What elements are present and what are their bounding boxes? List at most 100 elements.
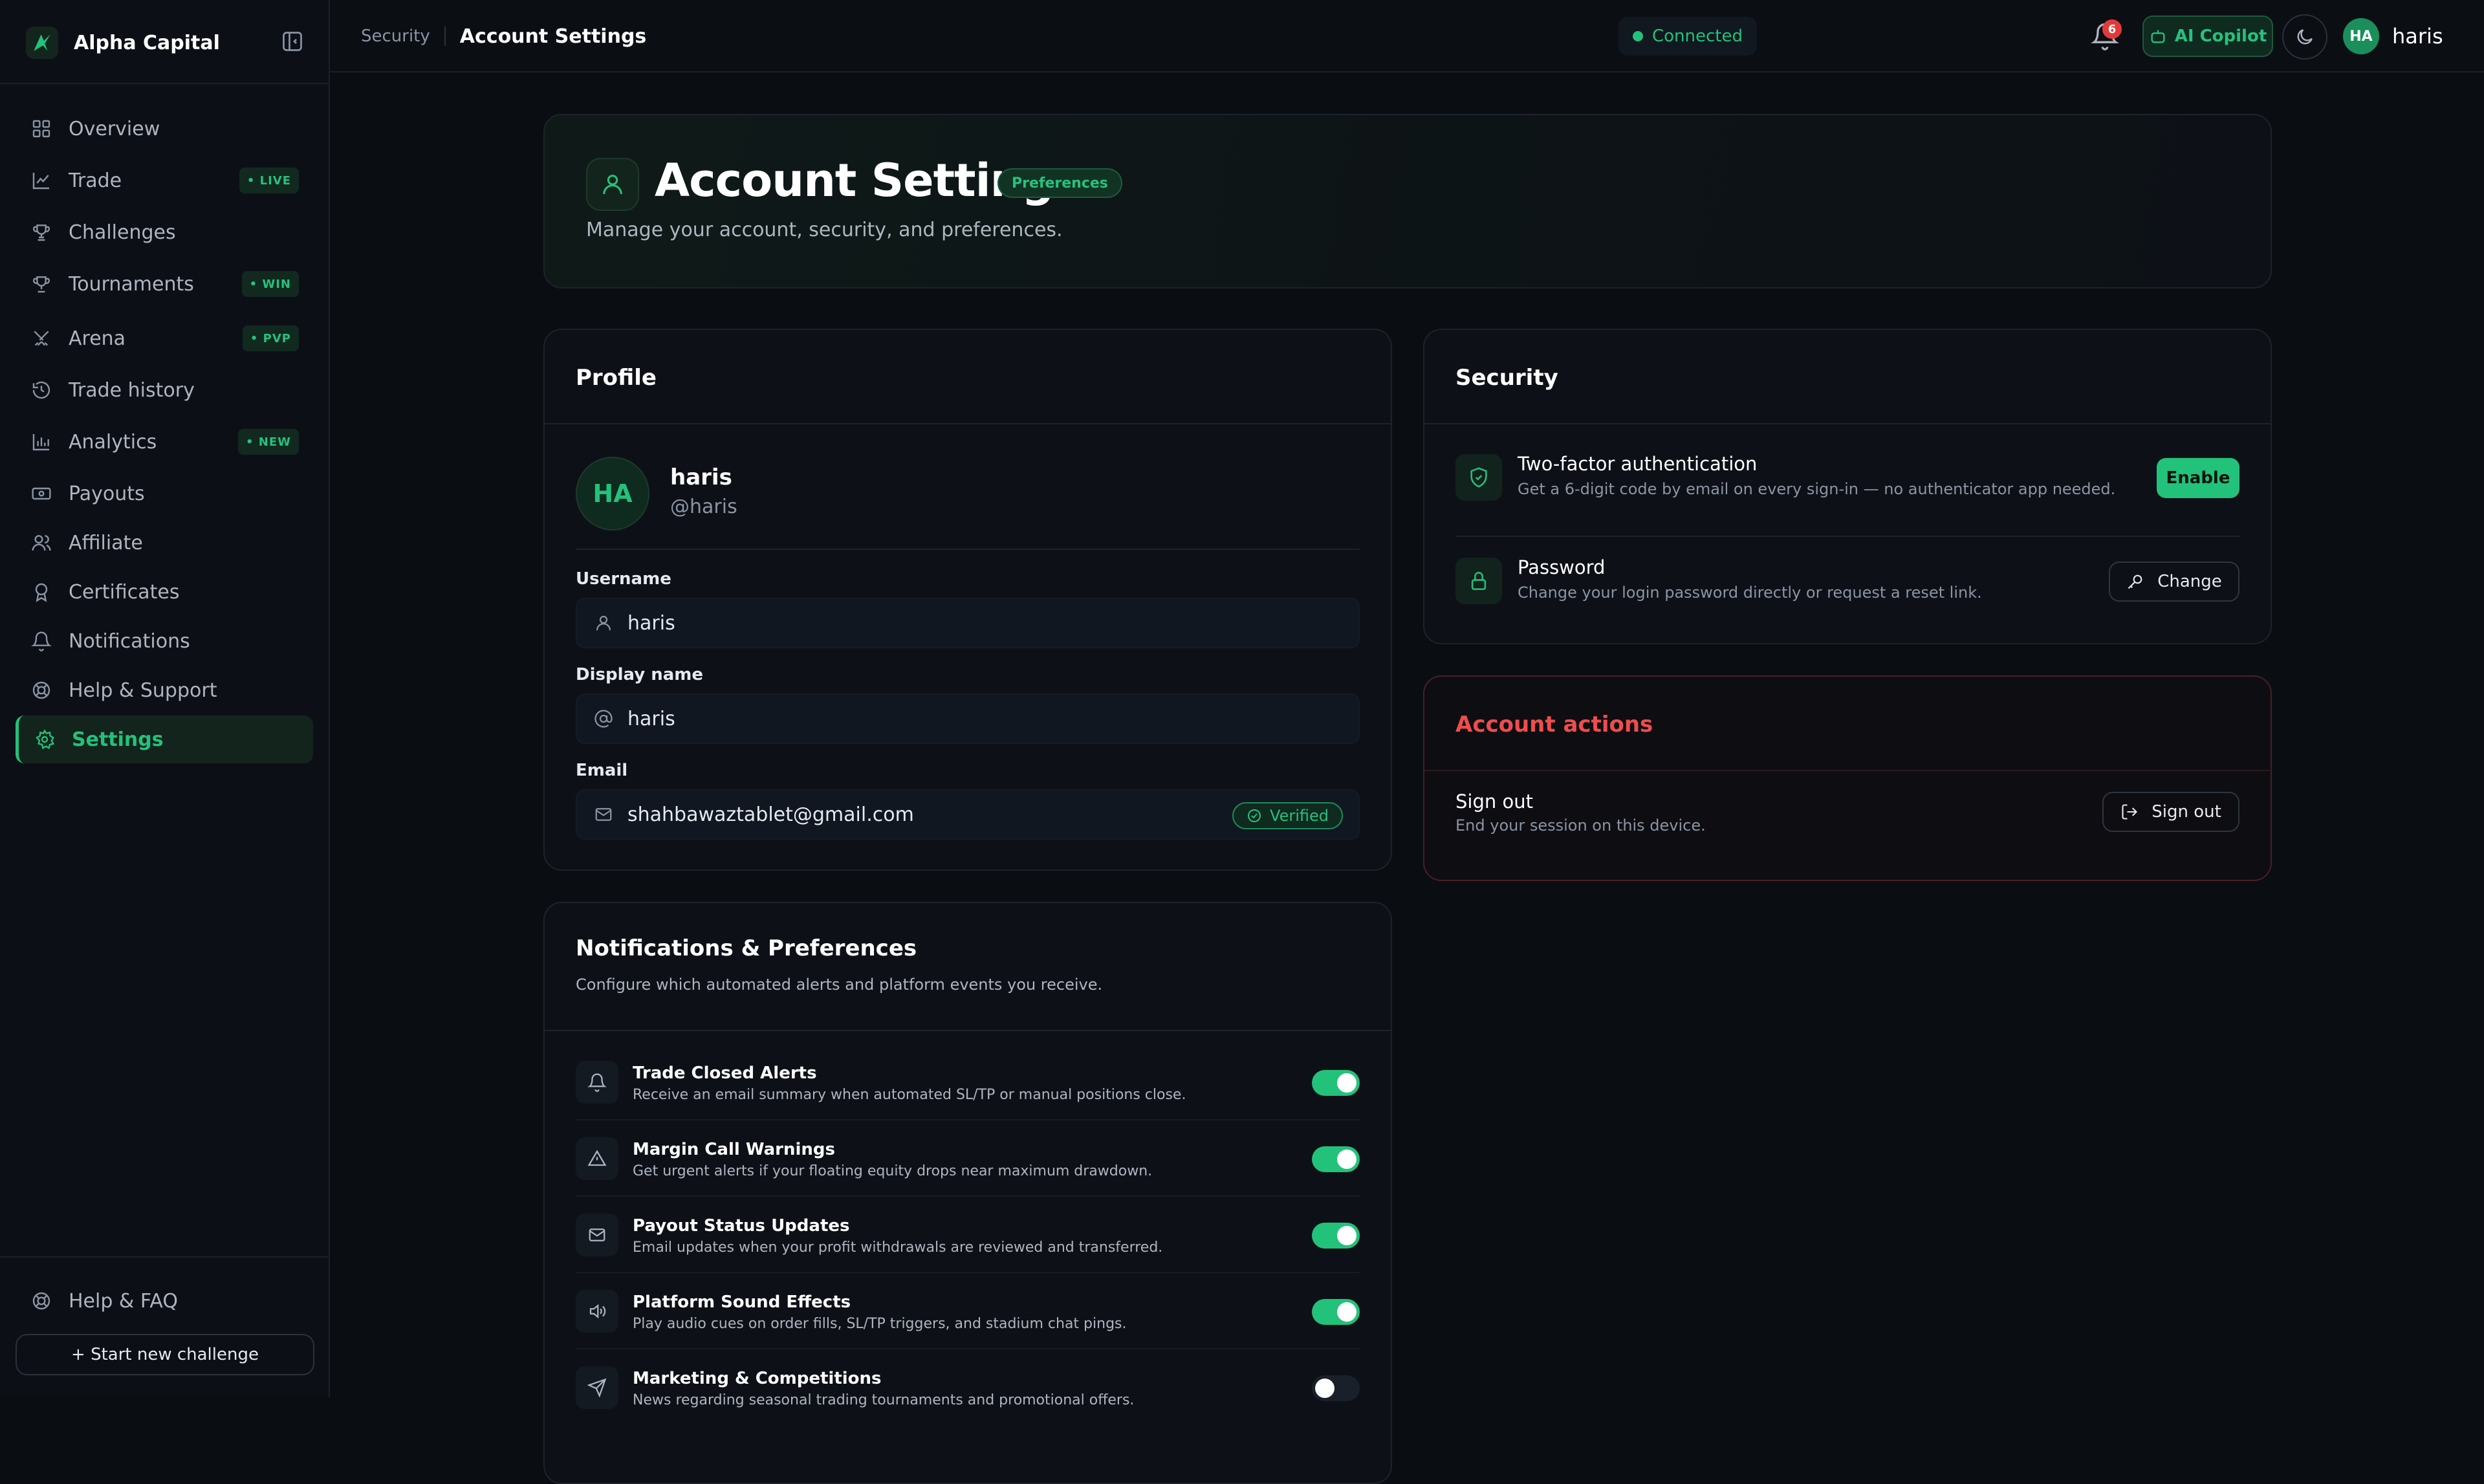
list-item: Platform Sound Effects Play audio cues o… [576, 1273, 1360, 1349]
win-badge: • WIN [241, 271, 299, 297]
sidebar-item-label: Tournaments [69, 272, 194, 296]
sidebar-item-label: Arena [69, 327, 126, 350]
profile-handle: @haris [670, 496, 737, 518]
brand[interactable]: Alpha Capital [26, 25, 220, 61]
notifications-header: Notifications & Preferences Configure wh… [545, 903, 1391, 1031]
list-item: Margin Call Warnings Get urgent alerts i… [576, 1120, 1360, 1197]
change-password-label: Change [2157, 572, 2222, 591]
breadcrumb-current: Account Settings [459, 25, 647, 48]
sidebar-collapse-icon[interactable] [281, 30, 304, 53]
swords-icon [31, 328, 52, 349]
sound-effects-toggle[interactable] [1312, 1299, 1360, 1325]
sidebar-item-trade[interactable]: Trade • LIVE [16, 157, 313, 204]
profile-title: Profile [576, 365, 657, 391]
notifications-card: Notifications & Preferences Configure wh… [543, 902, 1392, 1484]
user-icon [586, 158, 639, 211]
sidebar-item-label: Trade [69, 169, 122, 192]
sidebar-item-label: Help & Support [69, 679, 217, 702]
sidebar-item-affiliate[interactable]: Affiliate [16, 519, 313, 567]
sidebar: Alpha Capital Overview Trade • LIVE Chal… [0, 0, 330, 1397]
sidebar-item-label: Certificates [69, 580, 180, 604]
breadcrumb-parent[interactable]: Security [361, 27, 430, 46]
users-icon [31, 532, 52, 553]
email-value: shahbawaztablet@gmail.com [627, 803, 914, 826]
sidebar-item-label: Help & FAQ [69, 1289, 178, 1313]
breadcrumb: Security Account Settings [361, 23, 646, 49]
sidebar-item-tournaments[interactable]: Tournaments • WIN [16, 260, 313, 308]
username-field[interactable]: haris [576, 598, 1360, 648]
user-menu[interactable]: HA haris [2343, 18, 2443, 54]
sidebar-item-help-support[interactable]: Help & Support [16, 666, 313, 714]
shield-icon [1455, 454, 1502, 501]
sidebar-item-analytics[interactable]: Analytics • NEW [16, 418, 313, 466]
password-row: Password Change your login password dire… [1455, 541, 2239, 612]
bell-icon [31, 631, 52, 651]
sidebar-item-label: Settings [72, 728, 164, 751]
ai-copilot-button[interactable]: AI Copilot [2142, 16, 2273, 57]
sidebar-item-notifications[interactable]: Notifications [16, 617, 313, 665]
award-icon [31, 582, 52, 602]
notification-title: Payout Status Updates [633, 1216, 850, 1236]
lifebuoy-icon [31, 1291, 52, 1311]
change-password-button[interactable]: Change [2109, 562, 2239, 602]
live-badge: • LIVE [239, 168, 299, 193]
sidebar-item-settings[interactable]: Settings [16, 715, 313, 763]
lifebuoy-icon [31, 680, 52, 701]
mail-icon [594, 805, 613, 824]
gear-icon [34, 729, 55, 750]
avatar: HA [2343, 18, 2379, 54]
sidebar-item-trade-history[interactable]: Trade history [16, 366, 313, 414]
lock-icon [1455, 558, 1502, 604]
sidebar-item-label: Challenges [69, 221, 176, 244]
toggle-knob [1337, 1073, 1356, 1093]
breadcrumb-separator [444, 27, 446, 46]
payout-status-toggle[interactable] [1312, 1223, 1360, 1249]
account-actions-title: Account actions [1455, 712, 1653, 737]
toggle-knob [1315, 1379, 1335, 1398]
notifications-title: Notifications & Preferences [576, 935, 917, 961]
key-icon [2126, 573, 2144, 591]
logo-icon [26, 27, 58, 59]
username-label: Username [576, 569, 671, 589]
start-new-challenge-button[interactable]: + Start new challenge [16, 1334, 314, 1375]
two-factor-description: Get a 6-digit code by email on every sig… [1518, 480, 2116, 498]
sidebar-footer-divider [0, 1256, 330, 1258]
list-item: Marketing & Competitions News regarding … [576, 1349, 1360, 1426]
page-header-card: Account Settings Preferences Manage your… [543, 114, 2272, 289]
page-subtitle: Manage your account, security, and prefe… [586, 219, 1063, 241]
password-title: Password [1518, 556, 1606, 578]
display-name-value: haris [627, 707, 675, 730]
sidebar-item-arena[interactable]: Arena • PVP [16, 314, 313, 362]
sign-out-label: Sign out [2152, 802, 2221, 822]
trade-closed-toggle[interactable] [1312, 1070, 1360, 1096]
theme-toggle-button[interactable] [2282, 14, 2327, 60]
sidebar-item-payouts[interactable]: Payouts [16, 470, 313, 518]
sign-out-button[interactable]: Sign out [2102, 792, 2239, 832]
sidebar-item-overview[interactable]: Overview [16, 105, 313, 153]
send-icon [576, 1366, 618, 1409]
toggle-knob [1337, 1302, 1356, 1322]
display-name-label: Display name [576, 665, 704, 684]
pvp-badge: • PVP [242, 325, 299, 351]
sidebar-item-help-faq[interactable]: Help & FAQ [16, 1277, 313, 1325]
notifications-subtitle: Configure which automated alerts and pla… [576, 976, 1103, 994]
speaker-icon [576, 1290, 618, 1333]
sidebar-item-challenges[interactable]: Challenges [16, 208, 313, 256]
display-name-field[interactable]: haris [576, 693, 1360, 744]
sidebar-item-certificates[interactable]: Certificates [16, 568, 313, 616]
notification-count-badge: 6 [2102, 19, 2122, 39]
sidebar-item-label: Affiliate [69, 531, 143, 554]
email-field[interactable]: shahbawaztablet@gmail.com Verified [576, 789, 1360, 840]
marketing-toggle[interactable] [1312, 1375, 1360, 1401]
notification-description: Get urgent alerts if your floating equit… [633, 1163, 1153, 1179]
user-icon [594, 613, 613, 633]
profile-header: Profile [545, 330, 1391, 424]
banknote-icon [31, 483, 52, 504]
margin-call-toggle[interactable] [1312, 1146, 1360, 1172]
sign-out-row: Sign out End your session on this device… [1455, 785, 2239, 857]
sidebar-item-label: Overview [69, 117, 160, 140]
verified-badge: Verified [1232, 802, 1343, 829]
chart-icon [31, 170, 52, 191]
enable-two-factor-button[interactable]: Enable [2157, 458, 2239, 498]
security-title: Security [1455, 365, 1558, 391]
